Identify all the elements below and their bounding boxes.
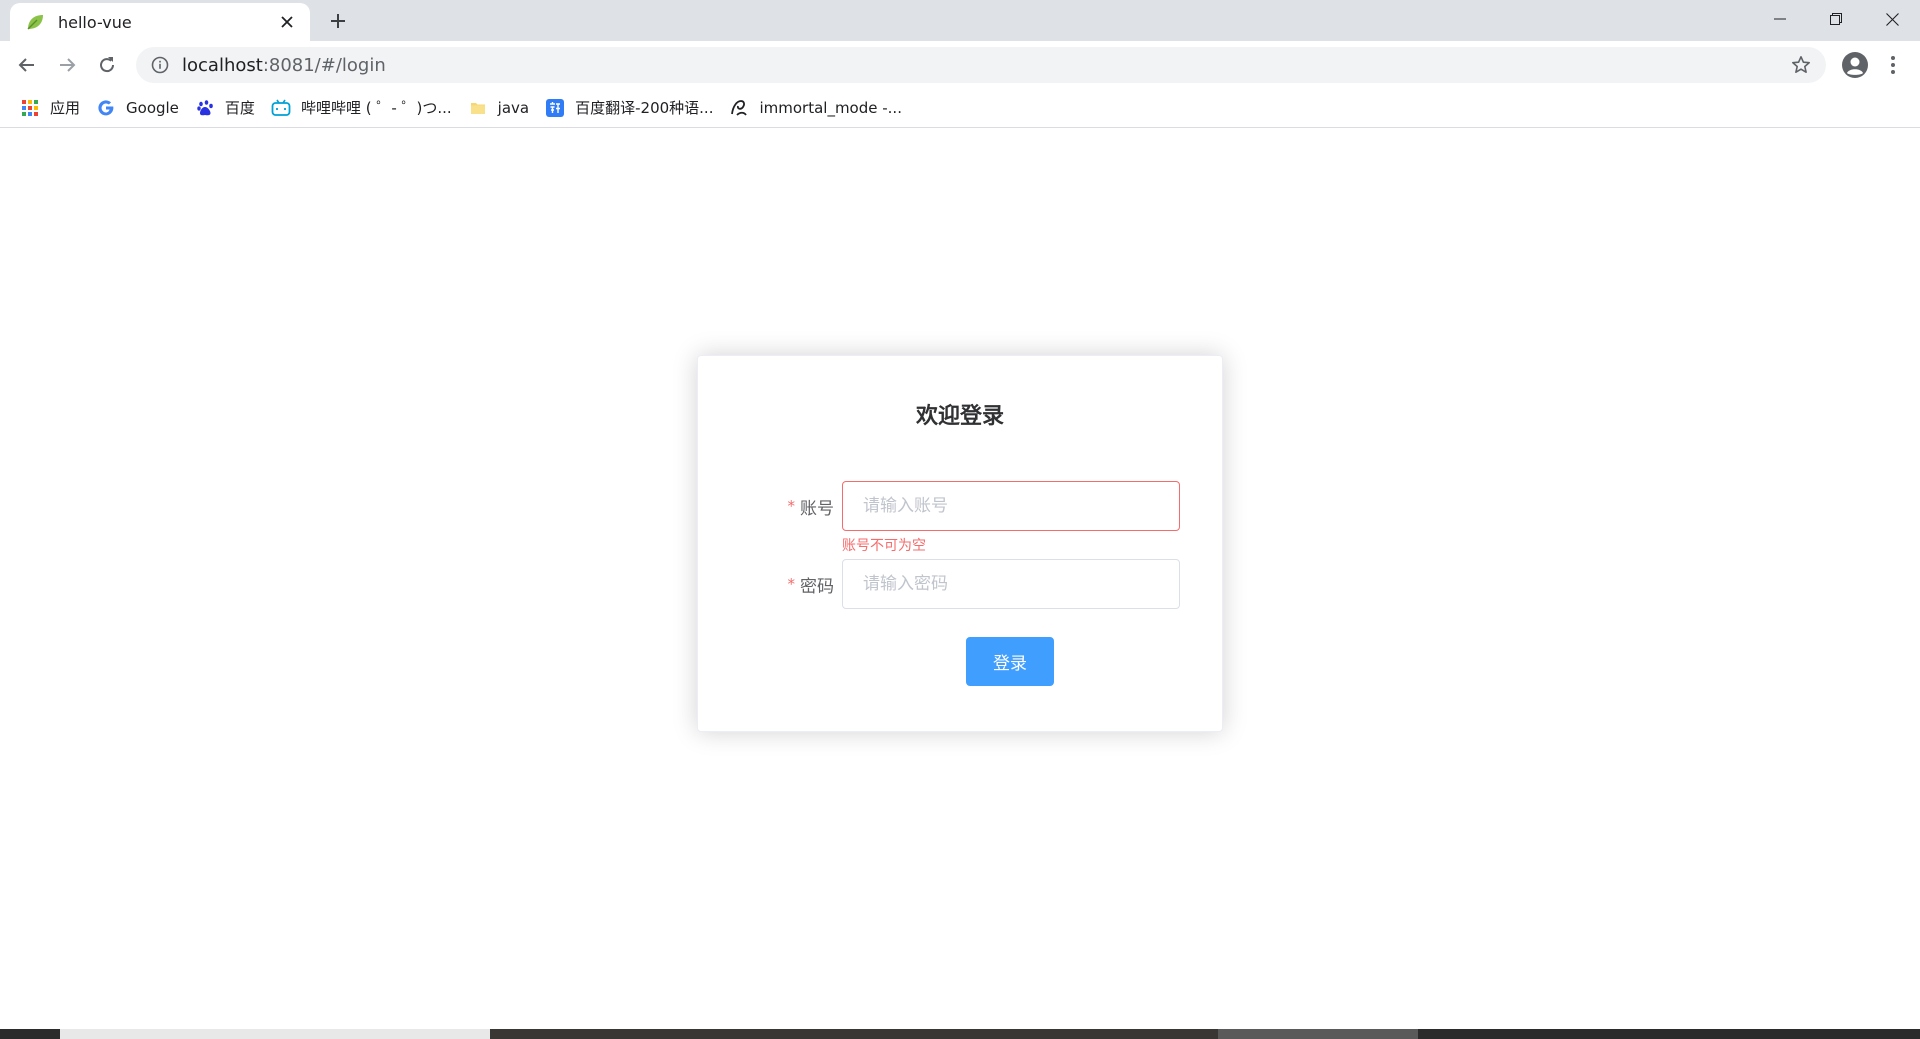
bookmark-apps[interactable]: 应用 bbox=[14, 93, 90, 123]
google-g-icon bbox=[96, 98, 116, 118]
window-controls bbox=[1752, 0, 1920, 38]
browser-tab-active[interactable]: hello-vue bbox=[10, 3, 310, 41]
bookmark-label: immortal_mode -... bbox=[759, 98, 902, 117]
bookmark-label: 哔哩哔哩 ( ゜- ゜)つ... bbox=[300, 99, 452, 117]
url-text: localhost:8081/#/login bbox=[182, 55, 1788, 76]
account-label-text: 账号 bbox=[800, 498, 834, 519]
minimize-icon[interactable] bbox=[1752, 0, 1808, 38]
bookmark-google[interactable]: Google bbox=[90, 93, 189, 123]
browser-tabstrip: hello-vue bbox=[0, 0, 1920, 41]
account-label: * 账号 bbox=[788, 481, 835, 531]
back-arrow-icon[interactable] bbox=[7, 45, 47, 85]
password-label: * 密码 bbox=[788, 559, 835, 609]
account-error-message: 账号不可为空 bbox=[842, 538, 926, 554]
required-asterisk: * bbox=[787, 497, 796, 515]
site-info-icon[interactable] bbox=[150, 55, 170, 75]
apps-grid-icon bbox=[20, 98, 40, 118]
bookmark-label: java bbox=[497, 98, 530, 117]
profile-avatar-icon[interactable] bbox=[1836, 46, 1874, 84]
bookmark-immortal-mode[interactable]: immortal_mode -... bbox=[723, 93, 912, 123]
password-input[interactable] bbox=[842, 559, 1180, 609]
bookmark-baidu[interactable]: 百度 bbox=[189, 93, 265, 123]
taskbar-search-box[interactable] bbox=[60, 1029, 490, 1039]
required-asterisk: * bbox=[787, 575, 796, 593]
os-taskbar bbox=[0, 1029, 1920, 1039]
password-label-text: 密码 bbox=[800, 576, 834, 597]
bookmark-label: 百度 bbox=[224, 99, 255, 117]
wave-logo-icon bbox=[729, 98, 749, 118]
vue-leaf-icon bbox=[24, 11, 46, 33]
forward-arrow-icon[interactable] bbox=[47, 45, 87, 85]
browser-toolbar: localhost:8081/#/login bbox=[0, 41, 1920, 88]
url-path: :8081/#/login bbox=[262, 54, 386, 76]
restore-icon[interactable] bbox=[1808, 0, 1864, 38]
account-form-item: * 账号 账号不可为空 bbox=[698, 481, 1222, 554]
taskbar-app-area bbox=[490, 1029, 1218, 1039]
page-viewport: 欢迎登录 * 账号 账号不可为空 * 密码 登录 bbox=[0, 129, 1920, 1029]
folder-icon bbox=[468, 98, 488, 118]
bookmark-baidu-translate[interactable]: 百度翻译-200种语... bbox=[539, 93, 723, 123]
kebab-menu-icon[interactable] bbox=[1876, 46, 1910, 84]
login-title: 欢迎登录 bbox=[915, 404, 1004, 429]
new-tab-icon[interactable] bbox=[325, 8, 351, 34]
login-button[interactable]: 登录 bbox=[966, 637, 1054, 686]
bookmark-label: Google bbox=[126, 98, 179, 117]
translate-icon bbox=[545, 98, 565, 118]
account-input[interactable] bbox=[842, 481, 1180, 531]
bookmark-star-icon[interactable] bbox=[1788, 52, 1814, 78]
bilibili-tv-icon bbox=[271, 98, 291, 118]
tab-title: hello-vue bbox=[58, 12, 132, 32]
taskbar-active-app[interactable] bbox=[1218, 1029, 1418, 1039]
close-window-icon[interactable] bbox=[1864, 0, 1920, 38]
bookmark-label: 应用 bbox=[50, 99, 81, 117]
url-host: localhost bbox=[182, 54, 263, 76]
bookmark-label: 百度翻译-200种语... bbox=[575, 99, 714, 117]
bookmark-folder-java[interactable]: java bbox=[462, 93, 539, 123]
bookmarks-bar: 应用 Google 百度 哔哩哔哩 ( ゜- ゜)つ... java 百度翻译-… bbox=[0, 88, 1920, 128]
reload-icon[interactable] bbox=[87, 45, 127, 85]
tab-close-icon[interactable] bbox=[276, 11, 298, 33]
baidu-paw-icon bbox=[195, 98, 215, 118]
password-form-item: * 密码 bbox=[698, 559, 1222, 609]
login-card: 欢迎登录 * 账号 账号不可为空 * 密码 登录 bbox=[697, 355, 1223, 732]
bookmark-bilibili[interactable]: 哔哩哔哩 ( ゜- ゜)つ... bbox=[265, 93, 462, 123]
address-bar[interactable]: localhost:8081/#/login bbox=[136, 47, 1826, 83]
